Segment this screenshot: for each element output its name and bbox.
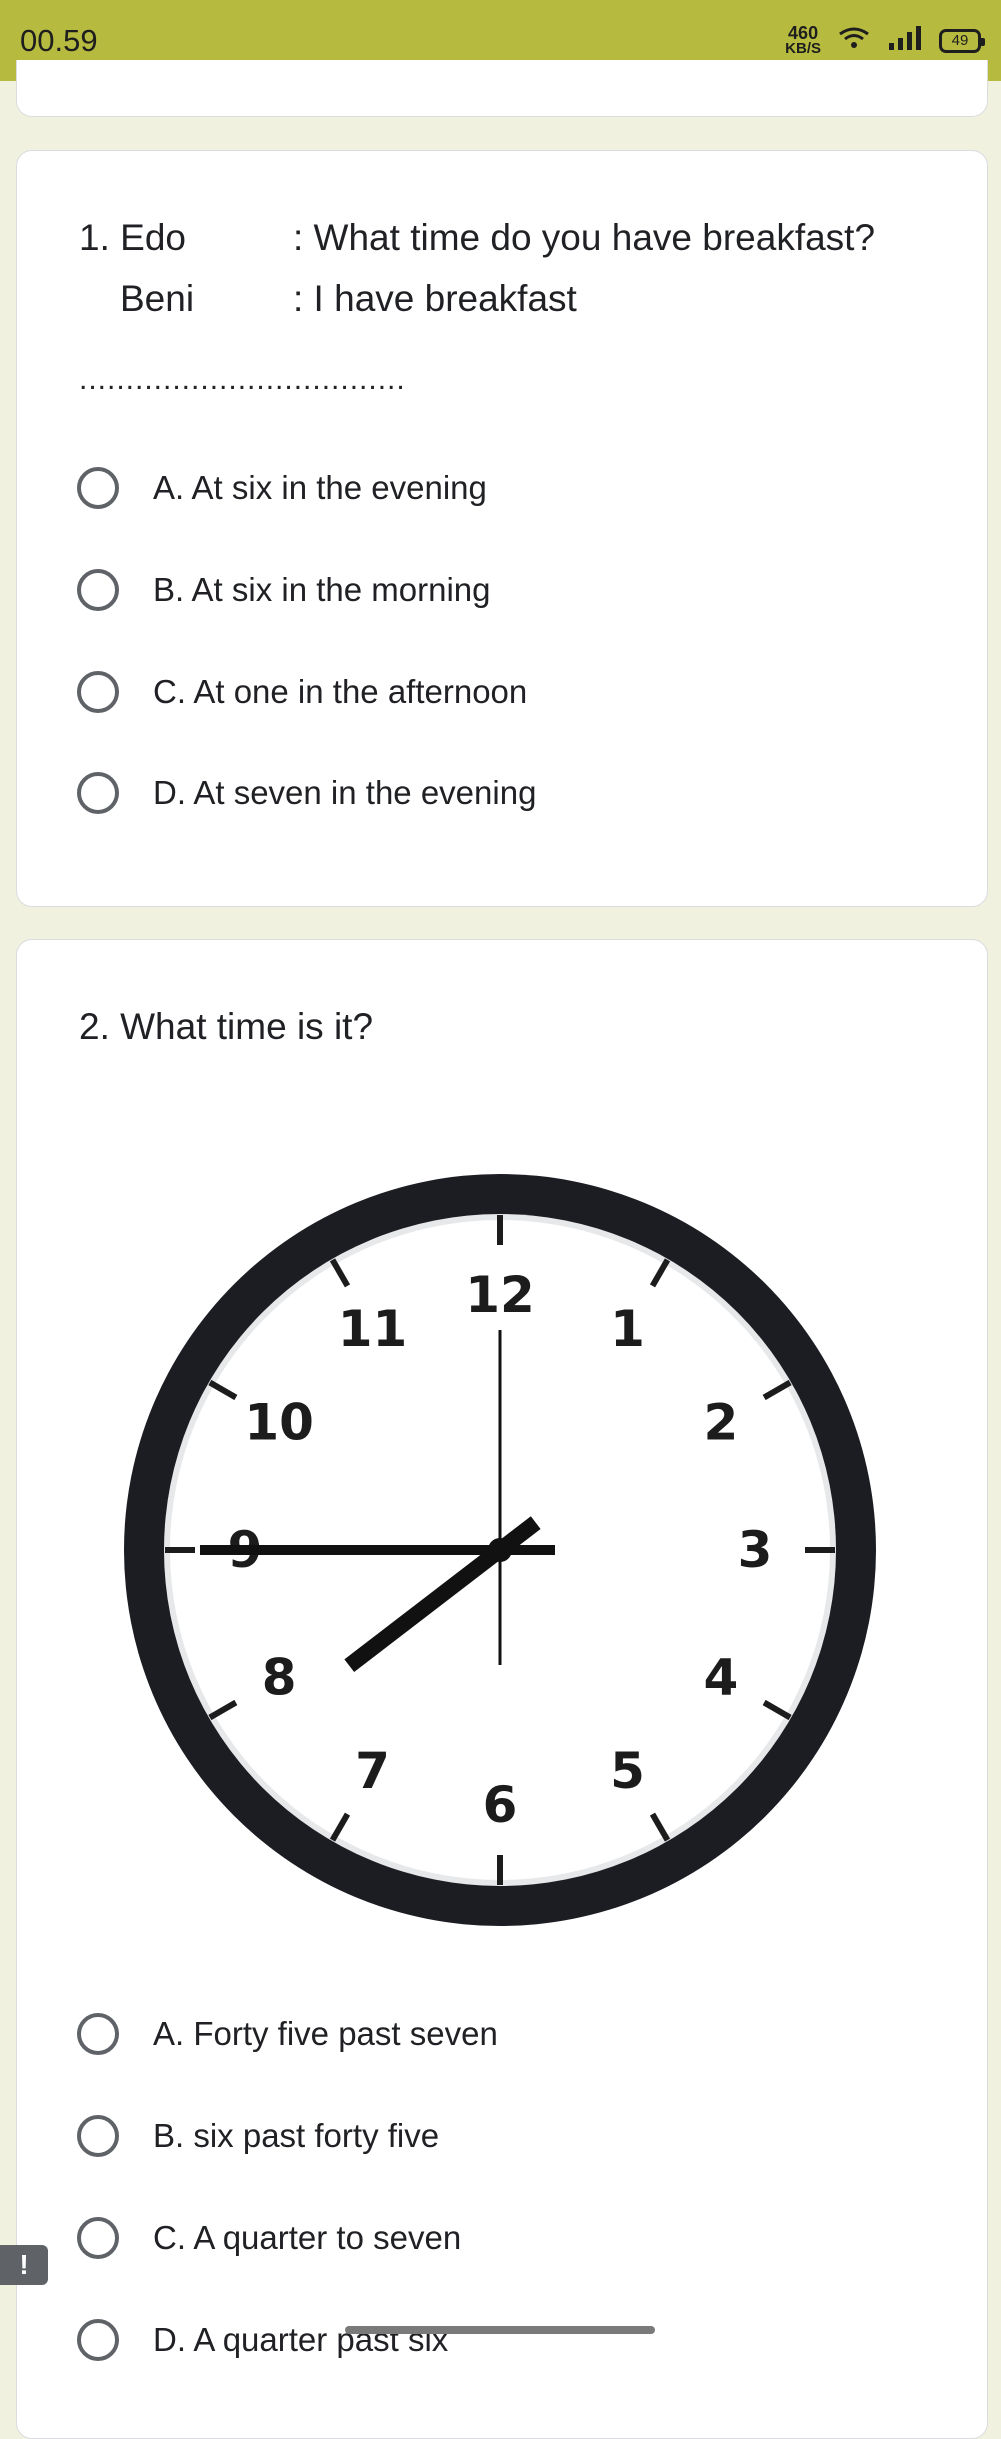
clock-number-10: 10 (244, 1394, 314, 1452)
battery-icon: 49 (939, 28, 985, 53)
radio-button[interactable] (77, 2217, 119, 2259)
clock-image: 12 1 2 3 4 5 6 7 8 9 10 11 (110, 1160, 890, 1940)
radio-button[interactable] (77, 569, 119, 611)
radio-button[interactable] (77, 2115, 119, 2157)
q2-option-a[interactable]: A. Forty five past seven (77, 2004, 498, 2064)
clock-number-11: 11 (338, 1300, 408, 1358)
signal-icon (887, 25, 923, 56)
analog-clock: 12 1 2 3 4 5 6 7 8 9 10 11 (124, 1174, 876, 1926)
previous-question-card (16, 60, 988, 117)
option-label: A. At six in the evening (153, 469, 487, 506)
q2-option-b[interactable]: B. six past forty five (77, 2106, 439, 2166)
battery-level: 49 (951, 32, 969, 49)
option-label: A. Forty five past seven (153, 2015, 498, 2052)
network-speed-value: 460 (788, 22, 819, 43)
option-label: B. At six in the morning (153, 571, 491, 608)
radio-button[interactable] (77, 671, 119, 713)
clock-number-4: 4 (703, 1649, 738, 1707)
clock-number-7: 7 (355, 1742, 390, 1800)
wifi-icon (837, 26, 871, 55)
network-speed-unit: KB/S (785, 39, 821, 57)
q1-option-d[interactable]: D. At seven in the evening (77, 763, 536, 823)
clock-center-pin (488, 1538, 512, 1562)
status-time: 00.59 (20, 22, 98, 58)
radio-button[interactable] (77, 2013, 119, 2055)
exclamation-icon: ! (19, 2249, 29, 2280)
clock-number-2: 2 (703, 1394, 738, 1452)
option-label: B. six past forty five (153, 2117, 440, 2154)
radio-button[interactable] (77, 2319, 119, 2361)
option-label: C. A quarter to seven (153, 2219, 462, 2256)
clock-number-12: 12 (465, 1266, 535, 1324)
option-label: D. At seven in the evening (153, 774, 537, 811)
q1-option-c[interactable]: C. At one in the afternoon (77, 662, 527, 722)
q1-speaker-beni: Beni (120, 278, 195, 319)
q2-option-c[interactable]: C. A quarter to seven (77, 2208, 461, 2268)
q1-option-a[interactable]: A. At six in the evening (77, 458, 487, 518)
q1-beni-line: : I have breakfast (293, 278, 577, 319)
q2-question: 2. What time is it? (79, 1006, 374, 1047)
q1-option-b[interactable]: B. At six in the morning (77, 560, 491, 620)
network-speed: 460 KB/S (785, 22, 821, 57)
clock-number-8: 8 (262, 1649, 297, 1707)
clock-number-1: 1 (610, 1300, 645, 1358)
clock-number-3: 3 (738, 1521, 773, 1579)
feedback-tab[interactable]: ! (0, 2245, 48, 2285)
status-icons: 460 KB/S 49 (785, 22, 985, 57)
clock-number-5: 5 (610, 1742, 645, 1800)
q2-option-d[interactable]: D. A quarter past six (77, 2310, 448, 2370)
q1-speaker-edo: 1. Edo (79, 217, 186, 258)
question-1-card: 1. Edo : What time do you have breakfast… (16, 150, 988, 907)
radio-button[interactable] (77, 467, 119, 509)
clock-number-6: 6 (483, 1776, 518, 1834)
radio-button[interactable] (77, 772, 119, 814)
home-indicator[interactable] (345, 2326, 655, 2334)
option-label: C. At one in the afternoon (153, 673, 528, 710)
q1-edo-line: : What time do you have breakfast? (293, 217, 876, 258)
q1-answer-blank: ................................... (79, 363, 406, 396)
